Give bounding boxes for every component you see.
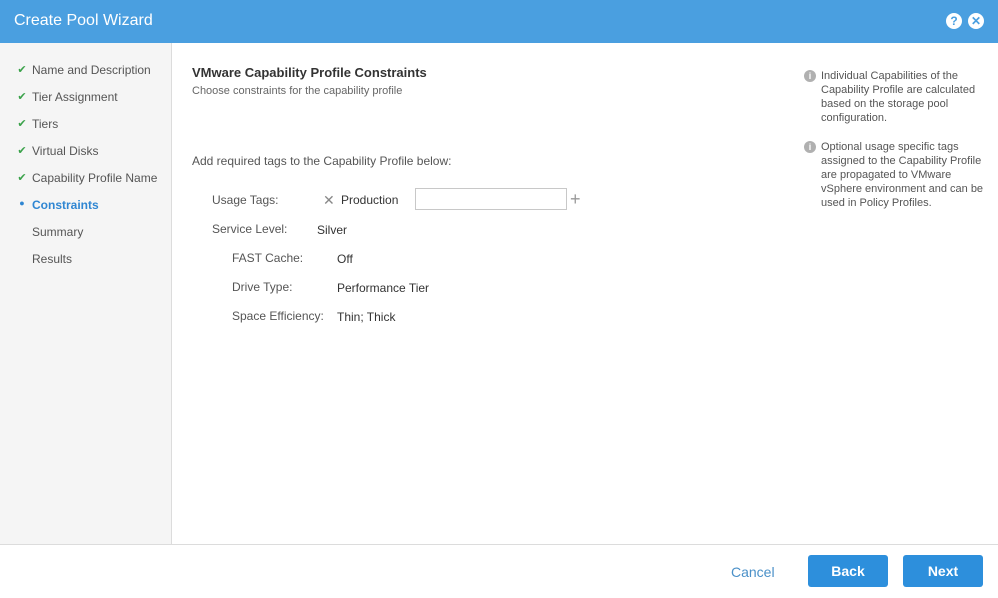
wizard-title: Create Pool Wizard — [14, 12, 153, 29]
service-level-label: Service Level: — [212, 222, 288, 236]
check-icon: ✔ — [17, 145, 27, 157]
service-level-value: Silver — [317, 223, 348, 237]
usage-tag-input[interactable] — [415, 188, 567, 210]
remove-tag-icon[interactable]: ✕ — [323, 192, 335, 209]
help-icon[interactable]: ? — [946, 13, 962, 29]
step-label: Constraints — [32, 198, 99, 212]
space-efficiency-value: Thin; Thick — [337, 310, 396, 324]
check-icon: ✔ — [17, 172, 27, 184]
bullet-icon: ● — [19, 198, 25, 208]
help-note-text: Optional usage specific tags assigned to… — [821, 141, 984, 209]
page-title: VMware Capability Profile Constraints — [192, 65, 427, 80]
step-label: Tiers — [32, 117, 59, 131]
add-tag-icon[interactable]: + — [570, 188, 581, 210]
step-label: Virtual Disks — [32, 144, 99, 158]
page-subtitle: Choose constraints for the capability pr… — [192, 85, 403, 97]
space-efficiency-label: Space Efficiency: — [232, 309, 324, 323]
info-icon: i — [804, 141, 816, 153]
close-icon[interactable]: ✕ — [968, 13, 984, 29]
usage-tags-label: Usage Tags: — [212, 193, 279, 207]
step-label: Name and Description — [32, 63, 151, 77]
next-button[interactable]: Next — [903, 555, 983, 587]
info-icon: i — [804, 70, 816, 82]
step-label: Results — [32, 252, 73, 266]
back-button[interactable]: Back — [808, 555, 888, 587]
step-label: Summary — [32, 225, 84, 239]
check-icon: ✔ — [17, 118, 27, 130]
check-icon: ✔ — [17, 64, 27, 76]
wizard-content: VMware Capability Profile Constraints Ch… — [172, 43, 998, 544]
step-label: Tier Assignment — [32, 90, 118, 104]
drive-type-value: Performance Tier — [337, 281, 430, 295]
tags-intro: Add required tags to the Capability Prof… — [192, 154, 452, 168]
cancel-button[interactable]: Cancel — [731, 564, 775, 580]
check-icon: ✔ — [17, 91, 27, 103]
step-label: Capability Profile Name — [32, 171, 158, 185]
wizard-titlebar: Create Pool Wizard ? ✕ — [0, 0, 998, 43]
drive-type-label: Drive Type: — [232, 280, 293, 294]
fast-cache-label: FAST Cache: — [232, 251, 304, 265]
fast-cache-value: Off — [337, 252, 353, 266]
tag-production: Production — [341, 193, 399, 207]
wizard-steps-sidebar: ✔ Name and Description ✔ Tier Assignment… — [0, 43, 172, 544]
help-note-text: Individual Capabilities of the Capabilit… — [821, 70, 976, 124]
wizard-footer: Cancel Back Next — [0, 544, 998, 598]
